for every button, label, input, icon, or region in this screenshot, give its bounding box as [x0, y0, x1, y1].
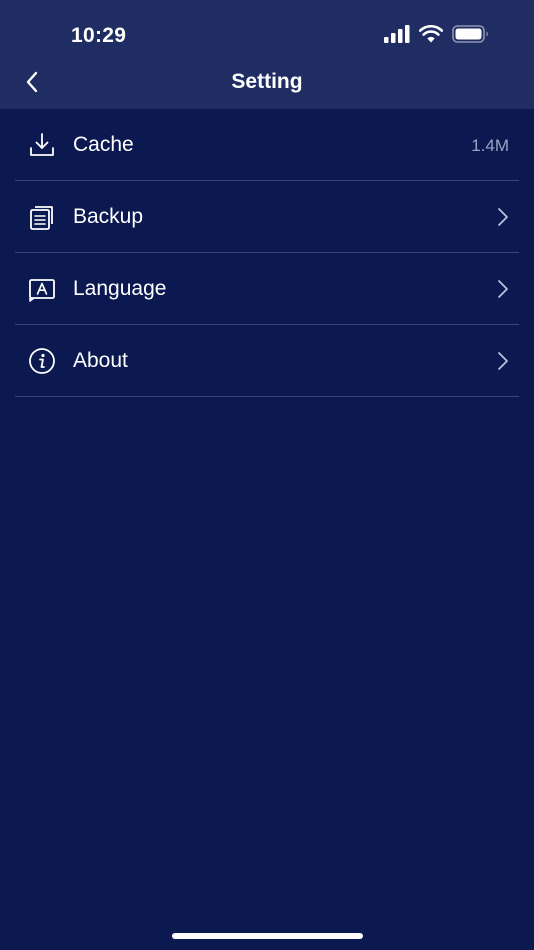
navigation-bar: Setting — [0, 60, 534, 104]
wifi-icon — [418, 24, 444, 48]
cache-size-value: 1.4M — [471, 136, 509, 155]
settings-item-label: Cache — [73, 133, 134, 156]
settings-item-label: Language — [73, 277, 167, 300]
battery-icon — [452, 25, 490, 48]
top-bar: 10:29 Setting — [0, 0, 534, 109]
settings-item-label: Backup — [73, 205, 144, 228]
settings-item-language[interactable]: Language — [15, 253, 519, 325]
status-time: 10:29 — [71, 24, 127, 47]
status-icons — [384, 24, 490, 48]
home-indicator[interactable] — [172, 933, 363, 939]
language-icon — [28, 275, 56, 303]
info-icon — [28, 347, 56, 375]
chevron-right-icon — [495, 278, 511, 300]
settings-item-about[interactable]: About — [15, 325, 519, 397]
backup-icon — [28, 203, 56, 231]
settings-item-backup[interactable]: Backup — [15, 181, 519, 253]
settings-item-cache[interactable]: Cache 1.4M — [15, 109, 519, 181]
page-title: Setting — [231, 70, 303, 93]
download-icon — [28, 131, 56, 159]
chevron-right-icon — [495, 206, 511, 228]
settings-item-label: About — [73, 349, 128, 372]
chevron-right-icon — [495, 350, 511, 372]
settings-list: Cache 1.4M Backup Language About — [0, 109, 534, 397]
cellular-signal-icon — [384, 25, 410, 48]
